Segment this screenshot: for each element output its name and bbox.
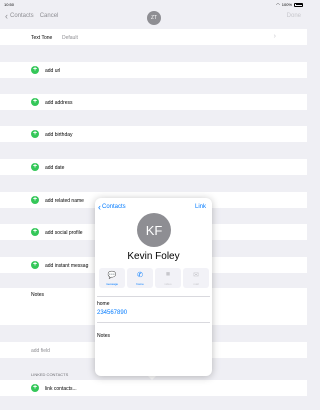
chevron-left-icon: ‹ [5, 11, 8, 21]
add-icon[interactable]: + [31, 66, 39, 74]
back-label: Contacts [10, 13, 34, 19]
add-icon[interactable]: + [31, 261, 39, 269]
add-address-label: add address [45, 100, 73, 106]
link-contacts-row[interactable]: + link contacts... [0, 380, 307, 396]
text-tone-label: Text Tone [31, 35, 53, 41]
text-tone-value: Default [62, 35, 78, 41]
add-date-label: add date [45, 165, 65, 171]
chevron-right-icon: › [273, 33, 276, 40]
mail-label: mail [193, 282, 199, 286]
status-time: 10:50 [4, 2, 15, 7]
add-icon[interactable]: + [31, 384, 39, 392]
done-button[interactable]: Done [287, 13, 301, 19]
link-button[interactable]: Link [195, 204, 206, 210]
linked-contacts-header: LINKED CONTACTS [31, 372, 69, 377]
contact-avatar[interactable]: ZT [147, 11, 161, 25]
video-label: video [164, 282, 172, 286]
mail-button[interactable]: ✉ mail [183, 268, 209, 288]
popover-back-label: Contacts [102, 204, 126, 210]
contacts-back-button[interactable]: ‹ Contacts Cancel [5, 11, 59, 21]
phone-type-label: home [97, 301, 110, 307]
add-url-row[interactable]: + add url [0, 62, 307, 78]
status-bar: 10:50 ◠ 100% [0, 0, 307, 8]
contact-name: Kevin Foley [127, 251, 180, 262]
call-label: home [136, 282, 144, 286]
add-field-label: add field [31, 348, 50, 354]
message-icon: 💬 [107, 272, 117, 279]
add-instant-message-label: add instant messag [45, 263, 89, 269]
add-url-label: add url [45, 68, 61, 74]
phone-icon: ✆ [137, 272, 143, 279]
call-button[interactable]: ✆ home [127, 268, 153, 288]
add-address-row[interactable]: + add address [0, 94, 307, 110]
cancel-button[interactable]: Cancel [40, 13, 59, 19]
add-icon[interactable]: + [31, 98, 39, 106]
popover-back-button[interactable]: ‹ Contacts [98, 202, 126, 212]
add-social-profile-label: add social profile [45, 230, 83, 236]
add-related-name-label: add related name [45, 198, 84, 204]
message-label: message [105, 282, 119, 286]
wifi-icon: ◠ [276, 2, 280, 7]
add-icon[interactable]: + [31, 163, 39, 171]
battery-icon [294, 2, 303, 7]
video-button[interactable]: ■ video [155, 268, 181, 288]
text-tone-row[interactable]: Text Tone Default › [0, 29, 307, 45]
notes-label: Notes [31, 292, 45, 298]
video-icon: ■ [165, 271, 171, 278]
link-contacts-label: link contacts... [45, 386, 77, 392]
add-date-row[interactable]: + add date [0, 159, 307, 175]
add-icon[interactable]: + [31, 130, 39, 138]
divider [97, 296, 210, 297]
popover-notes-label: Notes [97, 333, 111, 339]
action-bar: 💬 message ✆ home ■ video ✉ mail [99, 268, 209, 288]
add-birthday-row[interactable]: + add birthday [0, 126, 307, 142]
chevron-left-icon: ‹ [98, 202, 101, 212]
status-right: ◠ 100% [276, 2, 303, 7]
divider [97, 322, 210, 323]
add-icon[interactable]: + [31, 228, 39, 236]
add-icon[interactable]: + [31, 196, 39, 204]
contact-popover: ‹ Contacts Link KF Kevin Foley 💬 message… [95, 198, 212, 376]
mail-icon: ✉ [193, 272, 199, 279]
add-birthday-label: add birthday [45, 132, 73, 138]
message-button[interactable]: 💬 message [99, 268, 125, 288]
battery-percent: 100% [281, 2, 292, 7]
phone-number-link[interactable]: 234567890 [97, 310, 127, 316]
popover-avatar: KF [137, 213, 171, 247]
